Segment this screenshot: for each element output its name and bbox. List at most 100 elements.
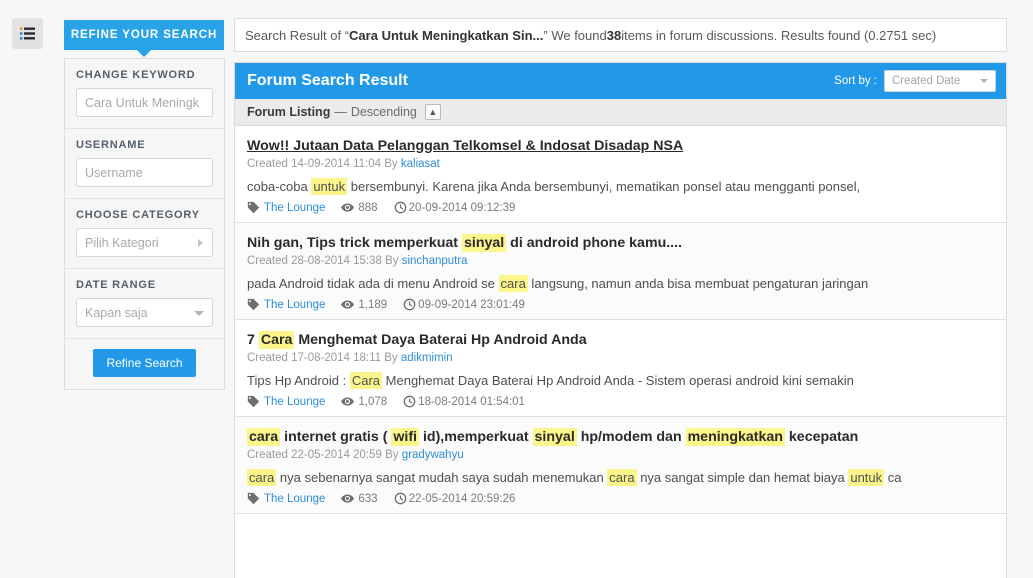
category-select[interactable]: Pilih Kategori (76, 228, 213, 257)
eye-icon (341, 492, 355, 505)
result-title-link[interactable]: Wow!! Jutaan Data Pelanggan Telkomsel & … (247, 136, 994, 157)
result-footer-meta: The Lounge 1,189 09-09-2014 23:01:49 (247, 298, 994, 311)
listing-label: Forum Listing (247, 105, 331, 119)
summary-suffix: items in forum discussions. Results foun… (621, 27, 937, 43)
sidebar-group-label: USERNAME (76, 139, 146, 151)
summary-count: 38 (606, 27, 622, 43)
result-title-link[interactable]: cara internet gratis ( wifi id),memperku… (247, 427, 994, 448)
highlight-term: Cara (258, 331, 295, 350)
result-created-meta: Created 17-08-2014 18:11 By adikmimin (247, 351, 453, 364)
result-timestamp-label: 18-08-2014 01:54:01 (418, 395, 525, 408)
result-views-count: 633 (358, 492, 378, 505)
sort-by-label: Sort by : (834, 75, 877, 87)
result-category-label: The Lounge (264, 298, 326, 311)
highlight-term: cara (498, 274, 528, 292)
result-snippet: coba-coba untuk bersembunyi. Karena jika… (247, 177, 861, 195)
tag-icon (247, 395, 260, 408)
summary-middle: ” We found (543, 27, 607, 43)
result-title-link[interactable]: Nih gan, Tips trick memperkuat sinyal di… (247, 233, 994, 254)
result-timestamp: 18-08-2014 01:54:01 (403, 395, 525, 408)
sidebar-group-label: CHANGE KEYWORD (76, 69, 196, 81)
result-views: 888 (341, 201, 378, 214)
list-toggle-button[interactable] (12, 18, 43, 49)
chevron-down-icon (980, 79, 988, 83)
refine-your-search-tab[interactable]: REFINE YOUR SEARCH (64, 20, 224, 50)
clock-icon (403, 395, 416, 408)
chevron-down-icon (194, 310, 204, 316)
result-category[interactable]: The Lounge (247, 492, 325, 505)
result-timestamp-label: 09-09-2014 23:01:49 (418, 298, 525, 311)
result-created-meta: Created 22-05-2014 20:59 By gradywahyu (247, 448, 464, 461)
refine-tab-label: REFINE YOUR SEARCH (70, 29, 218, 41)
result-created-meta: Created 14-09-2014 11:04 By kaliasat (247, 157, 440, 170)
result-timestamp: 09-09-2014 23:01:49 (403, 298, 525, 311)
result-timestamp-label: 20-09-2014 09:12:39 (408, 201, 516, 214)
result-category-label: The Lounge (264, 201, 326, 214)
result-author-link[interactable]: sinchanputra (402, 255, 468, 267)
results-panel: Forum Search Result Sort by : Created Da… (234, 62, 1007, 578)
sidebar-group-3: DATE RANGE Kapan saja (65, 269, 224, 339)
sort-by-select[interactable]: Created Date (884, 70, 996, 92)
date-range-select[interactable]: Kapan saja (76, 298, 213, 327)
keyword-input[interactable]: Cara Untuk Meningk (76, 88, 213, 117)
sidebar-group-label: DATE RANGE (76, 279, 156, 291)
highlight-term: cara (247, 468, 277, 486)
result-author-link[interactable]: adikmimin (401, 352, 453, 364)
eye-icon (341, 201, 355, 214)
result-views-count: 1,189 (358, 298, 388, 311)
field-value: Cara Untuk Meningk (85, 95, 199, 110)
result-item: Wow!! Jutaan Data Pelanggan Telkomsel & … (235, 126, 1006, 224)
result-views-count: 1,078 (358, 395, 388, 408)
result-snippet: cara nya sebenarnya sangat mudah saya su… (247, 468, 902, 486)
result-timestamp: 20-09-2014 09:12:39 (394, 201, 516, 214)
highlight-term: untuk (311, 177, 348, 195)
highlight-term: cara (607, 468, 637, 486)
result-views: 1,078 (341, 395, 387, 408)
result-author-link[interactable]: kaliasat (401, 158, 440, 170)
sort-by-value: Created Date (892, 75, 961, 87)
listing-bar: Forum Listing — Descending ▲ (235, 99, 1006, 126)
result-footer-meta: The Lounge 888 20-09-2014 09:12:39 (247, 201, 994, 214)
result-snippet: Tips Hp Android : Cara Menghemat Daya Ba… (247, 371, 854, 389)
results-panel-header: Forum Search Result Sort by : Created Da… (235, 63, 1006, 99)
refine-sidebar: CHANGE KEYWORD Cara Untuk Meningk USERNAME… (64, 58, 225, 390)
result-category[interactable]: The Lounge (247, 298, 325, 311)
field-value: Username (85, 165, 143, 180)
result-item: Nih gan, Tips trick memperkuat sinyal di… (235, 223, 1006, 321)
chevron-up-icon[interactable]: ▲ (424, 104, 441, 120)
field-value: Kapan saja (85, 305, 148, 320)
sidebar-group-0: CHANGE KEYWORD Cara Untuk Meningk (65, 59, 224, 129)
summary-prefix: Search Result of “ (245, 27, 350, 43)
result-views: 633 (341, 492, 378, 505)
result-title-link[interactable]: 7 Cara Menghemat Daya Baterai Hp Android… (247, 330, 994, 351)
tag-icon (247, 492, 260, 505)
eye-icon (341, 395, 355, 408)
sidebar-group-label: CHOOSE CATEGORY (76, 209, 200, 221)
tag-icon (247, 201, 260, 214)
result-category[interactable]: The Lounge (247, 201, 325, 214)
result-category-label: The Lounge (264, 395, 326, 408)
result-author-link[interactable]: gradywahyu (402, 449, 464, 461)
sidebar-group-2: CHOOSE CATEGORY Pilih Kategori (65, 199, 224, 269)
result-created-meta: Created 28-08-2014 15:38 By sinchanputra (247, 254, 468, 267)
result-timestamp: 22-05-2014 20:59:26 (394, 492, 516, 505)
username-input[interactable]: Username (76, 158, 213, 187)
summary-query: Cara Untuk Meningkatkan Sin... (349, 27, 544, 43)
result-category[interactable]: The Lounge (247, 395, 325, 408)
page-title: Forum Search Result (247, 72, 408, 89)
result-item: 7 Cara Menghemat Daya Baterai Hp Android… (235, 320, 1006, 418)
tag-icon (247, 298, 260, 311)
clock-icon (394, 492, 407, 505)
highlight-term: meningkatkan (685, 428, 785, 447)
result-snippet: pada Android tidak ada di menu Android s… (247, 274, 869, 292)
refine-search-button[interactable]: Refine Search (93, 349, 196, 377)
listing-direction: Descending (350, 105, 417, 119)
chevron-right-icon (198, 238, 203, 247)
eye-icon (341, 298, 355, 311)
sidebar-group-1: USERNAME Username (65, 129, 224, 199)
result-category-label: The Lounge (264, 492, 326, 505)
refine-tab-caret (137, 50, 151, 57)
list-icon (20, 27, 35, 40)
result-item: cara internet gratis ( wifi id),memperku… (235, 417, 1006, 515)
result-timestamp-label: 22-05-2014 20:59:26 (408, 492, 516, 505)
